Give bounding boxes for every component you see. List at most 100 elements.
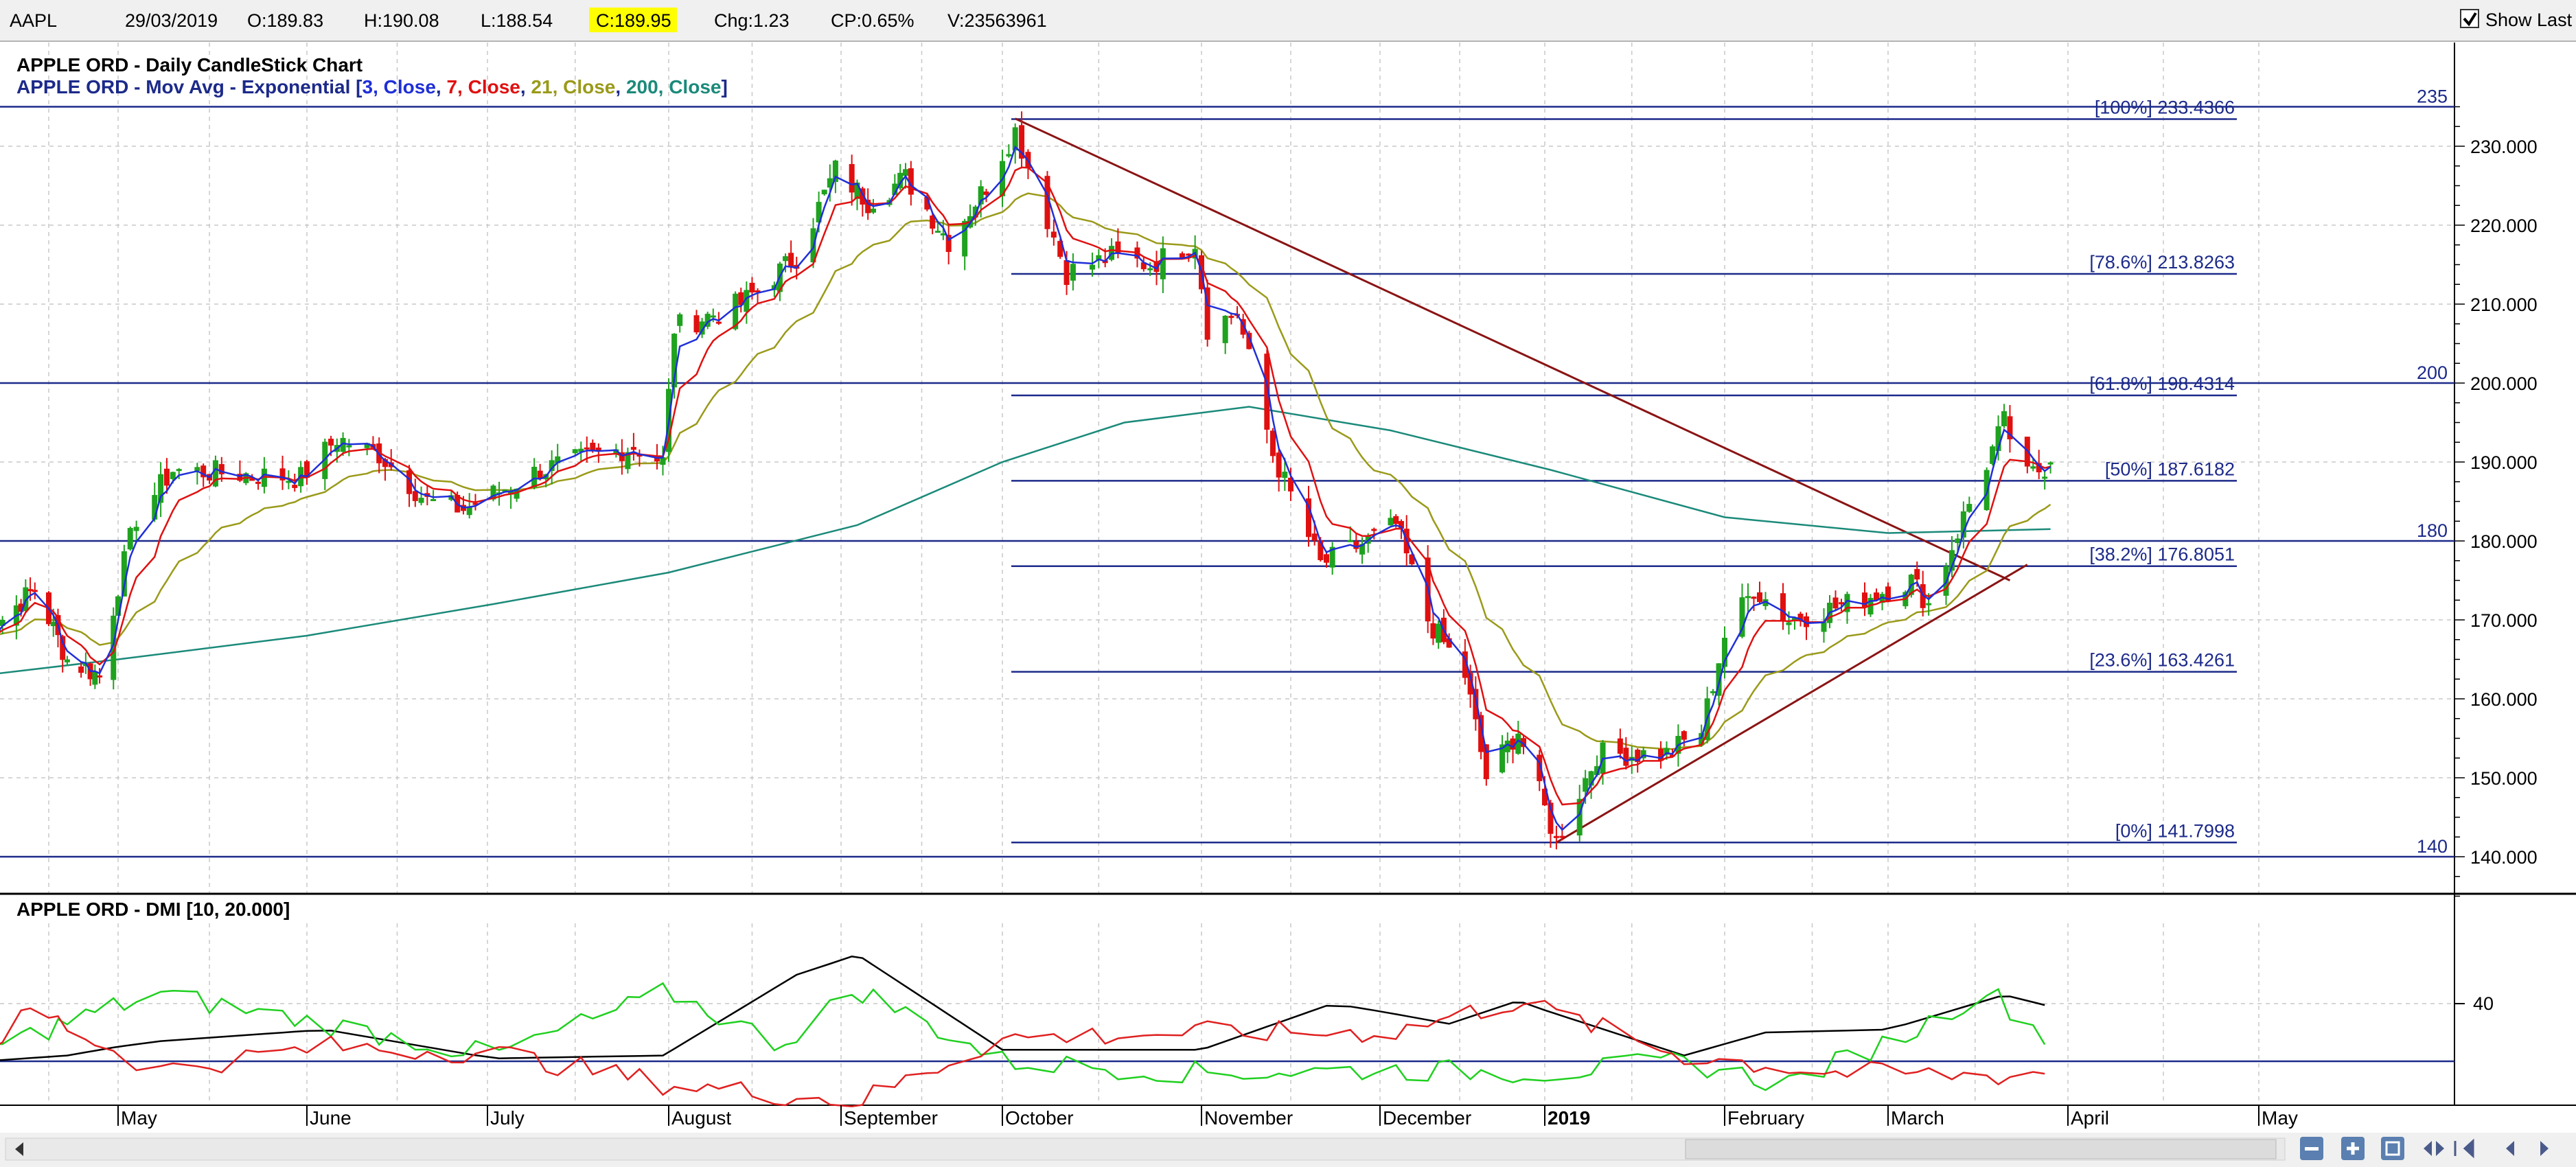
candle-body: [783, 256, 789, 262]
fibonacci-levels: [100%] 233.4366 [78.6%] 213.8263 [61.8%] 1…: [1011, 97, 2237, 844]
candle-body: [97, 675, 103, 678]
y-tick-label: 150.000: [2470, 768, 2538, 789]
level-label: 200: [2417, 362, 2448, 383]
candle-body: [1983, 470, 1990, 511]
fib-label: [50%] 187.6182: [2105, 459, 2235, 479]
candle-body: [590, 442, 596, 450]
zoom-out-button[interactable]: [2300, 1137, 2323, 1160]
candle-body: [1436, 623, 1442, 643]
candle-body: [1430, 623, 1436, 639]
candle-body: [1745, 596, 1751, 599]
x-tick-label: June: [310, 1107, 352, 1129]
show-last-checkbox[interactable]: Show Last: [2460, 9, 2573, 30]
chart-svg: AAPL 29/03/2019 O:189.83 H:190.08 L:188.…: [0, 0, 2576, 1167]
candle-body: [1388, 518, 1394, 526]
candle-body: [1751, 597, 1757, 599]
candle-body: [346, 445, 352, 448]
candle-body: [1617, 738, 1623, 754]
candle-body: [1926, 603, 1932, 605]
candle-body: [1583, 778, 1589, 792]
candle-body: [418, 498, 424, 503]
candle-body: [1311, 533, 1318, 541]
level-label: 140: [2417, 836, 2448, 857]
candle-body: [1710, 691, 1716, 693]
show-last-label: Show Last: [2485, 10, 2573, 30]
candle-body: [1353, 541, 1359, 549]
dmi-y-tick-label: 40: [2473, 993, 2494, 1014]
candle-body: [2030, 466, 2036, 469]
fib-label: [100%] 233.4366: [2095, 97, 2235, 117]
x-tick-label: July: [490, 1107, 525, 1129]
chart-window: AAPL 29/03/2019 O:189.83 H:190.08 L:188.…: [0, 0, 2576, 1167]
price-panel-title: APPLE ORD - Daily CandleStick Chart: [16, 54, 363, 76]
y-tick-label: 160.000: [2470, 689, 2538, 710]
x-tick-label: April: [2071, 1107, 2109, 1129]
candle-body: [1559, 835, 1565, 838]
y-tick-label: 140.000: [2470, 847, 2538, 868]
grid: [0, 43, 2454, 892]
candle-body: [693, 315, 700, 333]
horizontal-levels: 140 180 200 235: [0, 86, 2454, 858]
candle-body: [1955, 538, 1961, 544]
ema-legend-200: 200, Close: [626, 76, 722, 97]
horizontal-scrollbar[interactable]: [5, 1137, 2286, 1161]
x-tick-label: December: [1383, 1107, 1471, 1129]
dmi-grid: [0, 923, 2454, 1104]
open-text: O:189.83: [247, 10, 323, 31]
candle-body: [1347, 540, 1353, 542]
candle-body: [255, 481, 262, 484]
change-text: Chg:1.23: [714, 10, 790, 31]
candle-body: [1832, 597, 1839, 609]
symbol-text: AAPL: [10, 10, 57, 31]
candle-body: [1862, 592, 1867, 608]
x-tick-label: May: [2262, 1107, 2298, 1129]
candle-body: [1063, 259, 1070, 286]
zoom-out-glyph: [2305, 1147, 2319, 1151]
candle-body: [710, 315, 716, 318]
candle-body: [935, 231, 941, 233]
x-tick-label: May: [121, 1107, 157, 1129]
candle-body: [292, 485, 298, 488]
candle-body: [2047, 462, 2054, 465]
candle-body: [1966, 504, 1973, 512]
scrollbar-thumb[interactable]: [1685, 1139, 2277, 1159]
fib-label: [38.2%] 176.8051: [2089, 544, 2235, 565]
y-tick-label: 180.000: [2470, 531, 2538, 552]
candle-body: [572, 449, 578, 454]
y-tick-label: 200.000: [2470, 373, 2538, 394]
zoom-fit-button[interactable]: [2381, 1137, 2404, 1160]
candle-body: [849, 163, 855, 193]
candle-body: [1282, 472, 1288, 478]
candle-body: [133, 527, 139, 531]
ema-legend-suffix: ]: [721, 76, 727, 97]
candle-body: [871, 208, 876, 213]
candle-body: [1070, 264, 1076, 281]
zoom-in-button[interactable]: [2341, 1137, 2365, 1160]
x-tick-label: February: [1727, 1107, 1804, 1129]
candle-body: [1050, 231, 1057, 238]
y-tick-label: 190.000: [2470, 452, 2538, 473]
candle-body: [1553, 835, 1559, 838]
close-text: C:189.95: [596, 10, 671, 31]
candle-body: [962, 220, 968, 257]
x-tick-label: September: [844, 1107, 938, 1129]
level-label: 235: [2417, 86, 2448, 107]
candle-body: [78, 666, 84, 673]
candle-body: [531, 466, 538, 488]
candle-body: [1270, 430, 1276, 457]
ema-legend: APPLE ORD - Mov Avg - Exponential [3, Cl…: [16, 76, 728, 97]
x-tick-label: August: [671, 1107, 731, 1129]
zoom-fit-icon[interactable]: [2381, 1137, 2404, 1160]
candle-body: [1006, 154, 1012, 157]
y-tick-label: 230.000: [2470, 137, 2538, 157]
candle-body: [1914, 568, 1920, 580]
candle-body: [328, 439, 334, 446]
candle-body: [170, 472, 176, 479]
ema-legend-prefix: APPLE ORD - Mov Avg - Exponential [: [16, 76, 363, 97]
candle-body: [821, 189, 827, 195]
high-text: H:190.08: [364, 10, 439, 31]
candle-body: [1147, 268, 1153, 270]
x-tick-label: November: [1204, 1107, 1293, 1129]
x-tick-label: 2019: [1548, 1107, 1590, 1129]
ema-legend-3: 3, Close: [363, 76, 436, 97]
